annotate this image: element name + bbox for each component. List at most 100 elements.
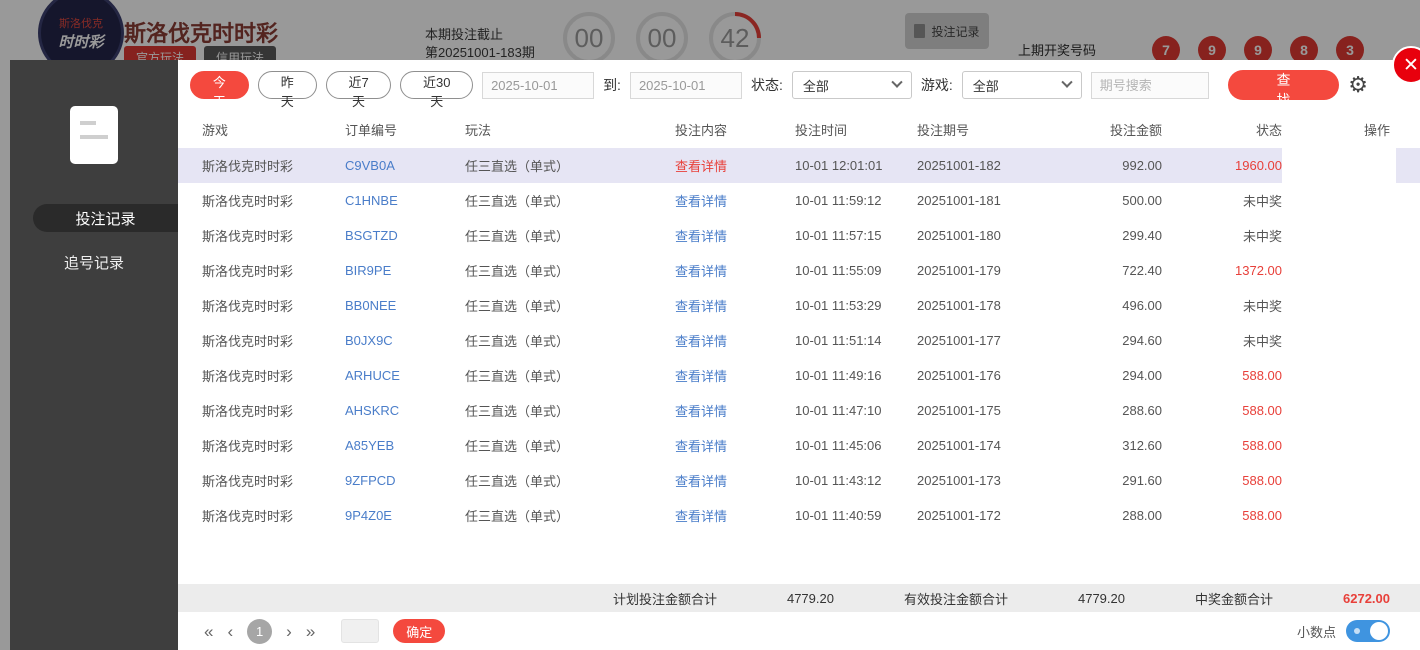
table-row[interactable]: 斯洛伐克时时彩 BIR9PE 任三直选（单式） 查看详情 10-01 11:55… <box>178 253 1420 288</box>
cell-content[interactable]: 查看详情 <box>675 471 795 490</box>
cell-content[interactable]: 查看详情 <box>675 191 795 210</box>
cell-status: 1372.00 <box>1235 263 1282 278</box>
cell-play: 任三直选（单式） <box>465 299 570 314</box>
cell-period: 20251001-173 <box>917 473 1001 488</box>
table-row[interactable]: 斯洛伐克时时彩 A85YEB 任三直选（单式） 查看详情 10-01 11:45… <box>178 428 1420 463</box>
table-row[interactable]: 斯洛伐克时时彩 9P4Z0E 任三直选（单式） 查看详情 10-01 11:40… <box>178 498 1420 533</box>
cell-order[interactable]: 9ZFPCD <box>345 473 465 488</box>
cell-time: 10-01 11:53:29 <box>795 298 882 313</box>
table-row[interactable]: 斯洛伐克时时彩 9ZFPCD 任三直选（单式） 查看详情 10-01 11:43… <box>178 463 1420 498</box>
status-select[interactable]: 全部 <box>791 71 912 99</box>
cell-content[interactable]: 查看详情 <box>675 366 795 385</box>
cell-game: 斯洛伐克时时彩 <box>202 229 294 244</box>
header-time: 投注时间 <box>795 122 848 138</box>
cell-time: 10-01 11:57:15 <box>795 228 882 243</box>
cell-content[interactable]: 查看详情 <box>675 226 795 245</box>
cell-op <box>1282 428 1396 463</box>
cell-op <box>1282 218 1396 253</box>
cell-period: 20251001-180 <box>917 228 1001 243</box>
current-page-button[interactable]: 1 <box>247 618 273 644</box>
quick-filter-button[interactable]: 近7天 <box>325 71 392 109</box>
cell-period: 20251001-179 <box>917 263 1001 278</box>
date-from-input[interactable] <box>482 71 595 99</box>
decimal-toggle[interactable] <box>1346 620 1390 642</box>
header-content: 投注内容 <box>675 122 728 138</box>
first-page-icon[interactable]: « <box>204 623 213 640</box>
cell-time: 10-01 11:47:10 <box>795 403 882 418</box>
quick-filter-button[interactable]: 昨天 <box>257 71 317 109</box>
cell-content[interactable]: 查看详情 <box>675 401 795 420</box>
date-to-input[interactable] <box>629 71 742 99</box>
cell-order[interactable]: BSGTZD <box>345 228 465 243</box>
status-label: 状态: <box>750 77 783 93</box>
to-label: 到: <box>603 77 621 93</box>
cell-order[interactable]: A85YEB <box>345 438 465 453</box>
cell-content[interactable]: 查看详情 <box>675 261 795 280</box>
cell-op <box>1282 463 1396 498</box>
win-total-label: 中奖金额合计 <box>1194 591 1273 607</box>
quick-filter-button[interactable]: 近30天 <box>400 71 474 109</box>
cell-order[interactable]: AHSKRC <box>345 403 465 418</box>
valid-total-value: 4779.20 <box>1077 590 1125 606</box>
cell-period: 20251001-174 <box>917 438 1001 453</box>
cell-content[interactable]: 查看详情 <box>675 436 795 455</box>
cell-period: 20251001-176 <box>917 368 1001 383</box>
table-row[interactable]: 斯洛伐克时时彩 C9VB0A 任三直选（单式） 查看详情 10-01 12:01… <box>178 148 1420 183</box>
table-row[interactable]: 斯洛伐克时时彩 BSGTZD 任三直选（单式） 查看详情 10-01 11:57… <box>178 218 1420 253</box>
cell-play: 任三直选（单式） <box>465 369 570 384</box>
summary-bar: 计划投注金额合计 4779.20 有效投注金额合计 4779.20 中奖金额合计… <box>178 584 1420 612</box>
confirm-page-button[interactable]: 确定 <box>393 619 446 643</box>
cell-order[interactable]: C1HNBE <box>345 193 465 208</box>
cell-op <box>1282 148 1396 183</box>
table-header: 游戏 订单编号 玩法 投注内容 投注时间 投注期号 投注金额 状态 操作 <box>178 110 1420 148</box>
header-period: 投注期号 <box>917 122 970 138</box>
period-search-input[interactable] <box>1090 71 1209 99</box>
cell-amount: 294.60 <box>1122 333 1162 348</box>
cell-amount: 722.40 <box>1122 263 1162 278</box>
cell-amount: 294.00 <box>1122 368 1162 383</box>
cell-order[interactable]: B0JX9C <box>345 333 465 348</box>
sidebar-item-chase-records[interactable]: 追号记录 <box>10 248 178 276</box>
cell-game: 斯洛伐克时时彩 <box>202 264 294 279</box>
page-number-input[interactable] <box>341 619 380 643</box>
game-select[interactable]: 全部 <box>961 71 1082 99</box>
next-page-icon[interactable]: › <box>286 623 292 640</box>
table-body: 斯洛伐克时时彩 C9VB0A 任三直选（单式） 查看详情 10-01 12:01… <box>178 148 1420 584</box>
pagination-bar: « ‹ 1 › » 确定 小数点 <box>178 612 1420 650</box>
cell-content[interactable]: 查看详情 <box>675 156 795 175</box>
cell-play: 任三直选（单式） <box>465 439 570 454</box>
cell-amount: 496.00 <box>1122 298 1162 313</box>
cell-order[interactable]: ARHUCE <box>345 368 465 383</box>
quick-filter-button[interactable]: 今天 <box>190 71 249 109</box>
table-row[interactable]: 斯洛伐克时时彩 BB0NEE 任三直选（单式） 查看详情 10-01 11:53… <box>178 288 1420 323</box>
cell-order[interactable]: 9P4Z0E <box>345 508 465 523</box>
cell-play: 任三直选（单式） <box>465 194 570 209</box>
status-select-value: 全部 <box>802 78 829 94</box>
cell-period: 20251001-181 <box>917 193 1001 208</box>
records-document-icon <box>70 106 118 164</box>
table-row[interactable]: 斯洛伐克时时彩 B0JX9C 任三直选（单式） 查看详情 10-01 11:51… <box>178 323 1420 358</box>
quick-filters: 今天 昨天 近7天 近30天 <box>190 71 474 109</box>
cell-content[interactable]: 查看详情 <box>675 331 795 350</box>
table-row[interactable]: 斯洛伐克时时彩 C1HNBE 任三直选（单式） 查看详情 10-01 11:59… <box>178 183 1420 218</box>
table-row[interactable]: 斯洛伐克时时彩 ARHUCE 任三直选（单式） 查看详情 10-01 11:49… <box>178 358 1420 393</box>
sidebar-item-bet-records[interactable]: 投注记录 <box>33 204 178 232</box>
game-select-value: 全部 <box>972 78 999 94</box>
table-row[interactable]: 斯洛伐克时时彩 AHSKRC 任三直选（单式） 查看详情 10-01 11:47… <box>178 393 1420 428</box>
cell-amount: 288.60 <box>1122 403 1162 418</box>
cell-order[interactable]: C9VB0A <box>345 158 465 173</box>
prev-page-icon[interactable]: ‹ <box>227 623 233 640</box>
cell-amount: 291.60 <box>1122 473 1162 488</box>
gear-icon[interactable]: ⚙ <box>1348 74 1368 96</box>
search-button[interactable]: 查找 <box>1227 70 1340 108</box>
cell-game: 斯洛伐克时时彩 <box>202 369 294 384</box>
cell-content[interactable]: 查看详情 <box>675 506 795 525</box>
cell-status: 未中奖 <box>1242 299 1282 314</box>
cell-time: 10-01 11:59:12 <box>795 193 882 208</box>
last-page-icon[interactable]: » <box>306 623 315 640</box>
cell-order[interactable]: BIR9PE <box>345 263 465 278</box>
cell-content[interactable]: 查看详情 <box>675 296 795 315</box>
cell-status: 588.00 <box>1242 473 1282 488</box>
cell-op <box>1282 393 1396 428</box>
cell-order[interactable]: BB0NEE <box>345 298 465 313</box>
